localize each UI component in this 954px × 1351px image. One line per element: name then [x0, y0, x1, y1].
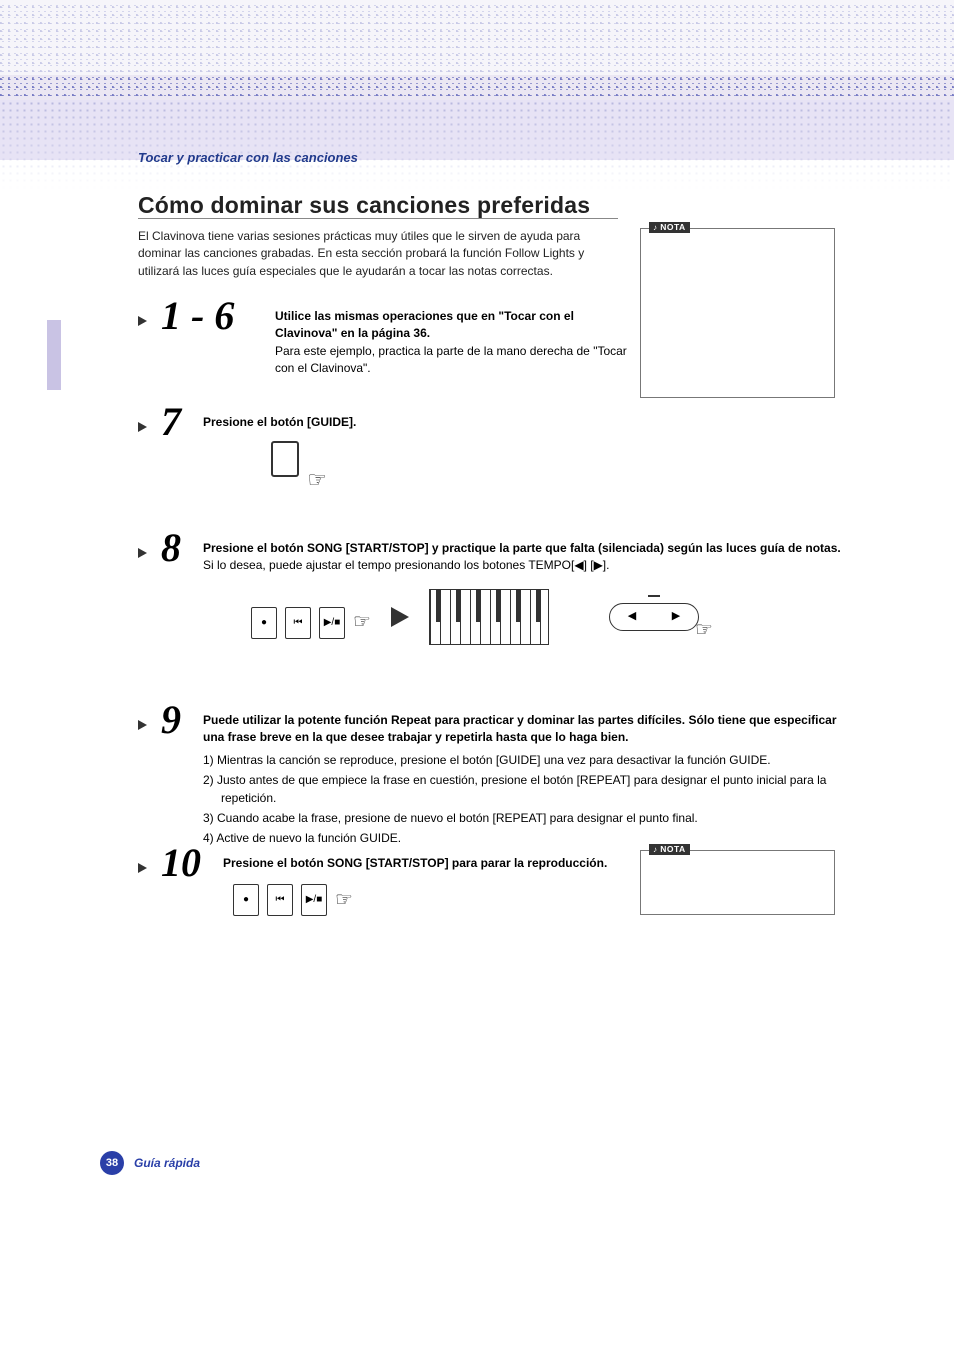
hand-icon: ☞ — [307, 464, 327, 496]
step-arrow-icon — [138, 548, 147, 558]
tempo-control-illustration: ◀▶ ☞ — [609, 603, 699, 631]
step-8: 8 Presione el botón SONG [START/STOP] y … — [138, 528, 854, 645]
page-number-badge: 38 — [100, 1151, 124, 1175]
note-label: NOTA — [649, 844, 690, 855]
step-1-6: 1 - 6 Utilice las mismas operaciones que… — [138, 296, 638, 378]
step-number: 9 — [161, 700, 189, 740]
step-7: 7 Presione el botón [GUIDE]. ☞ — [138, 402, 854, 493]
step-9: 9 Puede utilizar la potente función Repe… — [138, 700, 854, 849]
section-tag: Tocar y practicar con las canciones — [138, 150, 358, 165]
note-box-1: NOTA — [640, 228, 835, 398]
intro-paragraph: El Clavinova tiene varias sesiones práct… — [138, 228, 618, 280]
footer-dotline — [212, 1162, 954, 1164]
step-lead: Puede utilizar la potente función Repeat… — [203, 713, 837, 744]
step-number: 8 — [161, 528, 189, 568]
rec-button-icon: ● — [233, 884, 259, 916]
step-arrow-icon — [138, 422, 147, 432]
step-sub: Para este ejemplo, practica la parte de … — [275, 344, 627, 375]
substep-2: 2) Justo antes de que empiece la frase e… — [203, 771, 854, 807]
note-box-2: NOTA — [640, 850, 835, 915]
header-dots — [0, 100, 954, 190]
keyboard-illustration — [429, 589, 549, 645]
side-tab — [47, 320, 61, 390]
hand-icon: ☞ — [353, 608, 371, 637]
step-sub: Si lo desea, puede ajustar el tempo pres… — [203, 558, 609, 572]
hand-icon: ☞ — [695, 616, 713, 645]
substep-1: 1) Mientras la canción se reproduce, pre… — [203, 751, 854, 769]
step-lead: Presione el botón SONG [START/STOP] para… — [223, 856, 607, 870]
step8-illustration-row: ● ⏮ ▶/■ ☞ ◀▶ ☞ — [223, 589, 854, 645]
step-substeps: 1) Mientras la canción se reproduce, pre… — [203, 751, 854, 847]
title-rule — [138, 218, 618, 219]
page-footer: 38 Guía rápida — [0, 1151, 954, 1175]
guide-button-illustration: ☞ — [271, 441, 331, 493]
top-button-icon: ⏮ — [267, 884, 293, 916]
step-number: 1 - 6 — [161, 296, 261, 336]
arrow-right-icon — [391, 607, 409, 627]
step-lead: Presione el botón [GUIDE]. — [203, 415, 356, 429]
play-button-icon: ▶/■ — [301, 884, 327, 916]
step-arrow-icon — [138, 863, 147, 873]
step-number: 10 — [161, 843, 209, 883]
hand-icon: ☞ — [335, 886, 353, 915]
rec-button-icon: ● — [251, 607, 277, 639]
substep-3: 3) Cuando acabe la frase, presione de nu… — [203, 809, 854, 827]
step-number: 7 — [161, 402, 189, 442]
song-buttons: ● ⏮ ▶/■ ☞ — [251, 607, 371, 639]
step-lead: Presione el botón SONG [START/STOP] y pr… — [203, 541, 841, 555]
header-texture — [0, 0, 954, 100]
note-label: NOTA — [649, 222, 690, 233]
play-button-icon: ▶/■ — [319, 607, 345, 639]
step-lead: Utilice las mismas operaciones que en "T… — [275, 309, 574, 340]
page-title: Cómo dominar sus canciones preferidas — [138, 192, 590, 219]
step-arrow-icon — [138, 316, 147, 326]
step-arrow-icon — [138, 720, 147, 730]
top-button-icon: ⏮ — [285, 607, 311, 639]
footer-label: Guía rápida — [134, 1156, 200, 1170]
